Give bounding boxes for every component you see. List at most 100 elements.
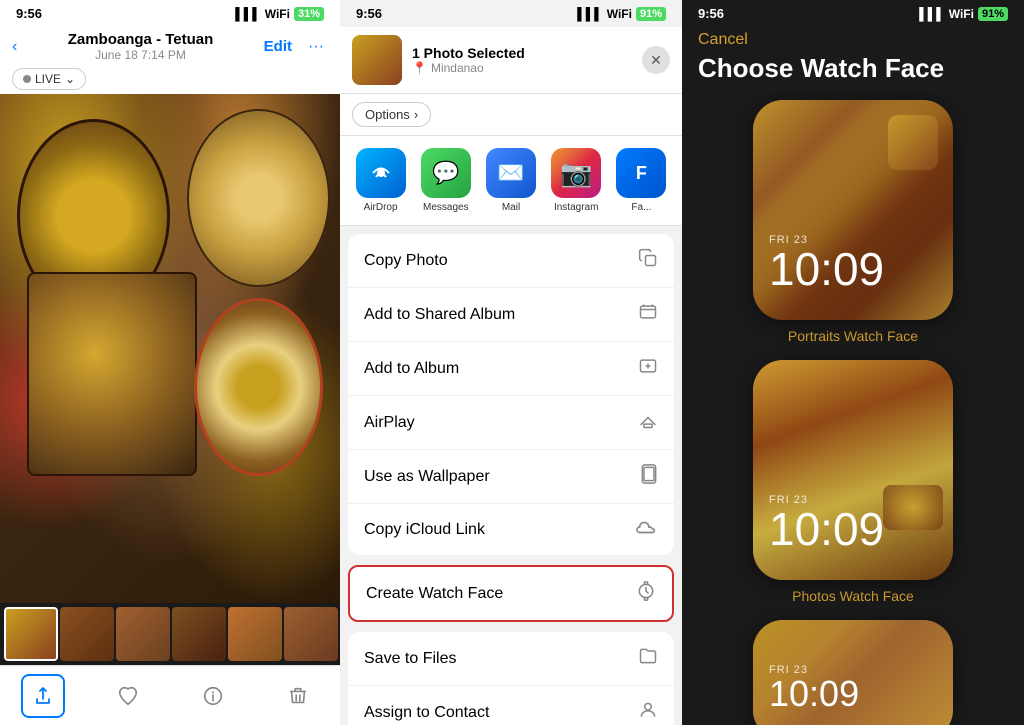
thumbnail-item[interactable] bbox=[116, 607, 170, 661]
time-display-2: 9:56 bbox=[356, 6, 382, 21]
action-icloud-link[interactable]: Copy iCloud Link bbox=[348, 504, 674, 555]
action-create-watch-face[interactable]: Create Watch Face bbox=[350, 567, 672, 620]
share-info-block: 1 Photo Selected 📍 Mindanao bbox=[412, 45, 632, 75]
status-bar-2: 9:56 ▌▌▌ WiFi 91% bbox=[340, 0, 682, 27]
watch-face-panel: 9:56 ▌▌▌ WiFi 91% Cancel Choose Watch Fa… bbox=[682, 0, 1024, 725]
location-pin-icon: 📍 bbox=[412, 61, 427, 75]
watch-wifi-icon: WiFi bbox=[949, 7, 974, 21]
photo-title-block: Zamboanga - Tetuan June 18 7:14 PM bbox=[68, 31, 214, 62]
action-add-shared-album[interactable]: Add to Shared Album bbox=[348, 288, 674, 342]
watch-face-preview-memoji: FRI 23 10:09 bbox=[753, 620, 953, 725]
action-add-album[interactable]: Add to Album bbox=[348, 342, 674, 396]
app-messages[interactable]: 💬 Messages bbox=[417, 148, 474, 213]
save-files-label: Save to Files bbox=[364, 650, 456, 668]
save-files-icon bbox=[638, 646, 658, 671]
photo-viewer-panel: 9:56 ▌▌▌ WiFi 31% ‹ Zamboanga - Tetuan J… bbox=[0, 0, 340, 725]
portraits-watch-face-label: Portraits Watch Face bbox=[788, 328, 918, 344]
action-airplay[interactable]: AirPlay bbox=[348, 396, 674, 450]
edit-button[interactable]: Edit bbox=[260, 34, 296, 59]
watch-time-display-2: FRI 23 10:09 bbox=[769, 494, 884, 552]
wallpaper-label: Use as Wallpaper bbox=[364, 468, 490, 486]
share-apps-row: AirDrop 💬 Messages ✉️ Mail 📷 Instagram F… bbox=[340, 136, 682, 226]
airplay-icon bbox=[638, 410, 658, 435]
create-watch-face-label: Create Watch Face bbox=[366, 585, 503, 603]
watch-time-display-3: FRI 23 10:09 bbox=[769, 664, 859, 712]
photo-thumbnail-strip bbox=[0, 603, 340, 665]
share-sheet-header: 1 Photo Selected 📍 Mindanao ✕ bbox=[340, 27, 682, 94]
live-chevron-icon: ⌄ bbox=[65, 72, 75, 86]
icloud-link-icon bbox=[636, 518, 658, 541]
action-assign-contact[interactable]: Assign to Contact bbox=[348, 686, 674, 725]
action-copy-photo[interactable]: Copy Photo bbox=[348, 234, 674, 288]
battery-icon-2: 91% bbox=[636, 7, 666, 21]
icloud-link-label: Copy iCloud Link bbox=[364, 521, 485, 539]
assign-contact-icon bbox=[638, 700, 658, 725]
messages-app-icon: 💬 bbox=[421, 148, 471, 198]
action-group-3: Save to Files Assign to Contact Print bbox=[348, 632, 674, 725]
info-button[interactable] bbox=[191, 674, 235, 718]
action-group-2: Create Watch Face bbox=[348, 565, 674, 622]
watch-face-item-photos[interactable]: FRI 23 10:09 Photos Watch Face bbox=[698, 360, 1008, 604]
options-button[interactable]: Options › bbox=[352, 102, 431, 127]
add-shared-album-label: Add to Shared Album bbox=[364, 306, 515, 324]
airdrop-app-icon bbox=[356, 148, 406, 198]
status-bar-1: 9:56 ▌▌▌ WiFi 31% bbox=[0, 0, 340, 27]
watch-face-icon bbox=[636, 581, 656, 606]
photo-title: Zamboanga - Tetuan bbox=[68, 31, 214, 48]
thumbnail-item[interactable] bbox=[284, 607, 338, 661]
options-chevron-icon: › bbox=[414, 107, 418, 122]
instagram-app-icon: 📷 bbox=[551, 148, 601, 198]
favorite-button[interactable] bbox=[106, 674, 150, 718]
photos-watch-face-label: Photos Watch Face bbox=[792, 588, 914, 604]
share-button[interactable] bbox=[21, 674, 65, 718]
live-circle-icon bbox=[23, 75, 31, 83]
app-mail[interactable]: ✉️ Mail bbox=[482, 148, 539, 213]
app-airdrop[interactable]: AirDrop bbox=[352, 148, 409, 213]
copy-photo-label: Copy Photo bbox=[364, 252, 448, 270]
watch-face-title: Choose Watch Face bbox=[698, 53, 1008, 84]
food-plate-chips-2 bbox=[187, 109, 330, 287]
photo-main-image bbox=[0, 94, 340, 603]
action-wallpaper[interactable]: Use as Wallpaper bbox=[348, 450, 674, 504]
wifi-icon: WiFi bbox=[265, 7, 290, 21]
airdrop-label: AirDrop bbox=[364, 202, 398, 213]
action-save-files[interactable]: Save to Files bbox=[348, 632, 674, 686]
nav-action-buttons: Edit ··· bbox=[260, 34, 328, 60]
battery-icon: 31% bbox=[294, 7, 324, 21]
signal-icon: ▌▌▌ bbox=[235, 7, 261, 21]
share-close-button[interactable]: ✕ bbox=[642, 46, 670, 74]
watch-face-item-portraits[interactable]: FRI 23 10:09 Portraits Watch Face bbox=[698, 100, 1008, 344]
watch-battery-icon: 91% bbox=[978, 7, 1008, 21]
thumbnail-item[interactable] bbox=[228, 607, 282, 661]
watch-face-item-memoji[interactable]: FRI 23 10:09 bbox=[698, 620, 1008, 725]
thumbnail-item[interactable] bbox=[172, 607, 226, 661]
more-button[interactable]: ··· bbox=[304, 34, 328, 60]
more-app-label: Fa... bbox=[631, 202, 651, 213]
status-icons-1: ▌▌▌ WiFi 31% bbox=[235, 7, 324, 21]
photo-toolbar bbox=[0, 665, 340, 725]
app-instagram[interactable]: 📷 Instagram bbox=[548, 148, 605, 213]
signal-icon-2: ▌▌▌ bbox=[577, 7, 603, 21]
live-badge[interactable]: LIVE ⌄ bbox=[12, 68, 86, 90]
app-more[interactable]: F Fa... bbox=[613, 148, 670, 213]
delete-button[interactable] bbox=[276, 674, 320, 718]
photo-subtitle: June 18 7:14 PM bbox=[68, 48, 214, 62]
thumbnail-item[interactable] bbox=[60, 607, 114, 661]
share-location: 📍 Mindanao bbox=[412, 61, 632, 75]
add-shared-album-icon bbox=[638, 302, 658, 327]
food-plate-noodles bbox=[27, 272, 197, 476]
watch-face-header: Cancel Choose Watch Face bbox=[682, 27, 1024, 92]
back-button[interactable]: ‹ bbox=[8, 34, 21, 60]
more-app-icon: F bbox=[616, 148, 666, 198]
wallpaper-icon bbox=[640, 464, 658, 489]
thumbnail-item[interactable] bbox=[4, 607, 58, 661]
watch-cancel-button[interactable]: Cancel bbox=[698, 31, 1008, 49]
share-sheet-panel: 9:56 ▌▌▌ WiFi 91% 1 Photo Selected 📍 Min… bbox=[340, 0, 682, 725]
watch-time-display-1: FRI 23 10:09 bbox=[769, 234, 884, 292]
watch-status-icons: ▌▌▌ WiFi 91% bbox=[919, 7, 1008, 21]
photo-navigation: ‹ Zamboanga - Tetuan June 18 7:14 PM Edi… bbox=[0, 27, 340, 66]
time-display-1: 9:56 bbox=[16, 6, 42, 21]
watch-status-bar: 9:56 ▌▌▌ WiFi 91% bbox=[682, 0, 1024, 27]
mail-label: Mail bbox=[502, 202, 520, 213]
watch-signal-icon: ▌▌▌ bbox=[919, 7, 945, 21]
